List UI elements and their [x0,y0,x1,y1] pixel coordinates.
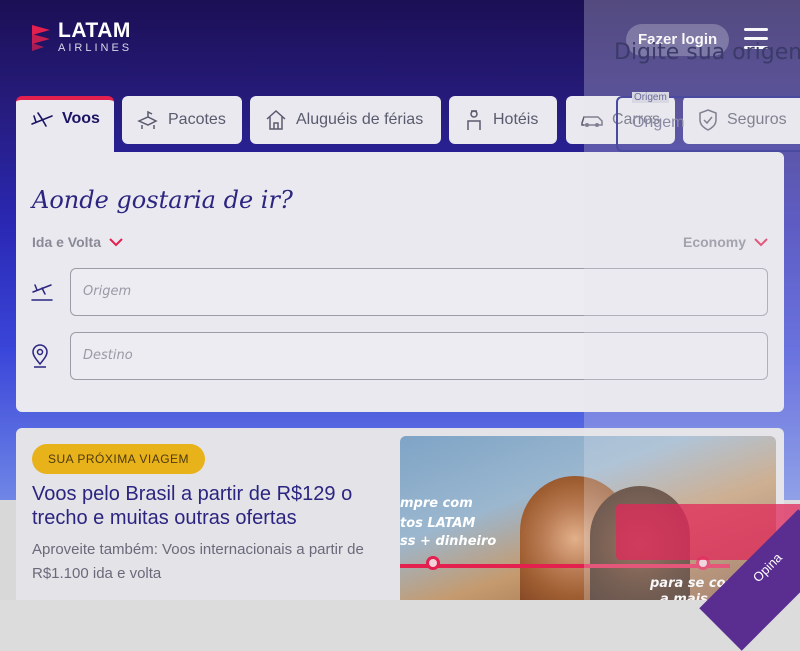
tab-hoteis[interactable]: Hotéis [449,96,557,144]
house-icon [266,109,286,130]
tab-alugueis-de-ferias[interactable]: Aluguéis de férias [250,96,441,144]
tab-voos[interactable]: Voos [16,96,114,156]
location-pin-icon [32,344,48,368]
overlay-origin-label: Origem [632,92,669,103]
logo-name: LATAM [58,19,131,42]
trip-type-dropdown[interactable]: Ida e Volta [32,234,123,250]
promo-subtitle: Aproveite também: Voos internacionais a … [32,541,364,582]
search-title: Aonde gostaria de ir? [32,186,293,214]
latam-logo-mark-icon [30,21,52,53]
overlay-origin-input[interactable]: Origem [632,114,684,132]
airplane-icon [31,112,53,127]
tab-label: Pacotes [168,111,226,128]
promo-image-text: tos LATAM [400,516,476,531]
tab-label: Hotéis [493,111,539,128]
chevron-down-icon [109,237,123,246]
hotel-bellboy-icon [467,110,481,130]
tab-label: Voos [62,110,100,127]
promo-image-text: mpre com [400,496,473,511]
promo-badge: SUA PRÓXIMA VIAGEM [32,444,206,474]
overlay-title: Digite sua origem [614,40,800,65]
package-icon [137,110,158,129]
tab-pacotes[interactable]: Pacotes [122,96,242,144]
promo-image-text: ss + dinheiro [400,534,497,549]
promo-image-route-dot [426,556,440,570]
logo-subtitle: AIRLINES [58,42,133,54]
latam-logo[interactable]: LATAM AIRLINES [30,20,132,54]
tab-label: Aluguéis de férias [296,111,424,128]
takeoff-icon [31,284,53,301]
trip-type-label: Ida e Volta [32,234,101,250]
promo-title[interactable]: Voos pelo Brasil a partir de R$129 o tre… [32,482,392,530]
